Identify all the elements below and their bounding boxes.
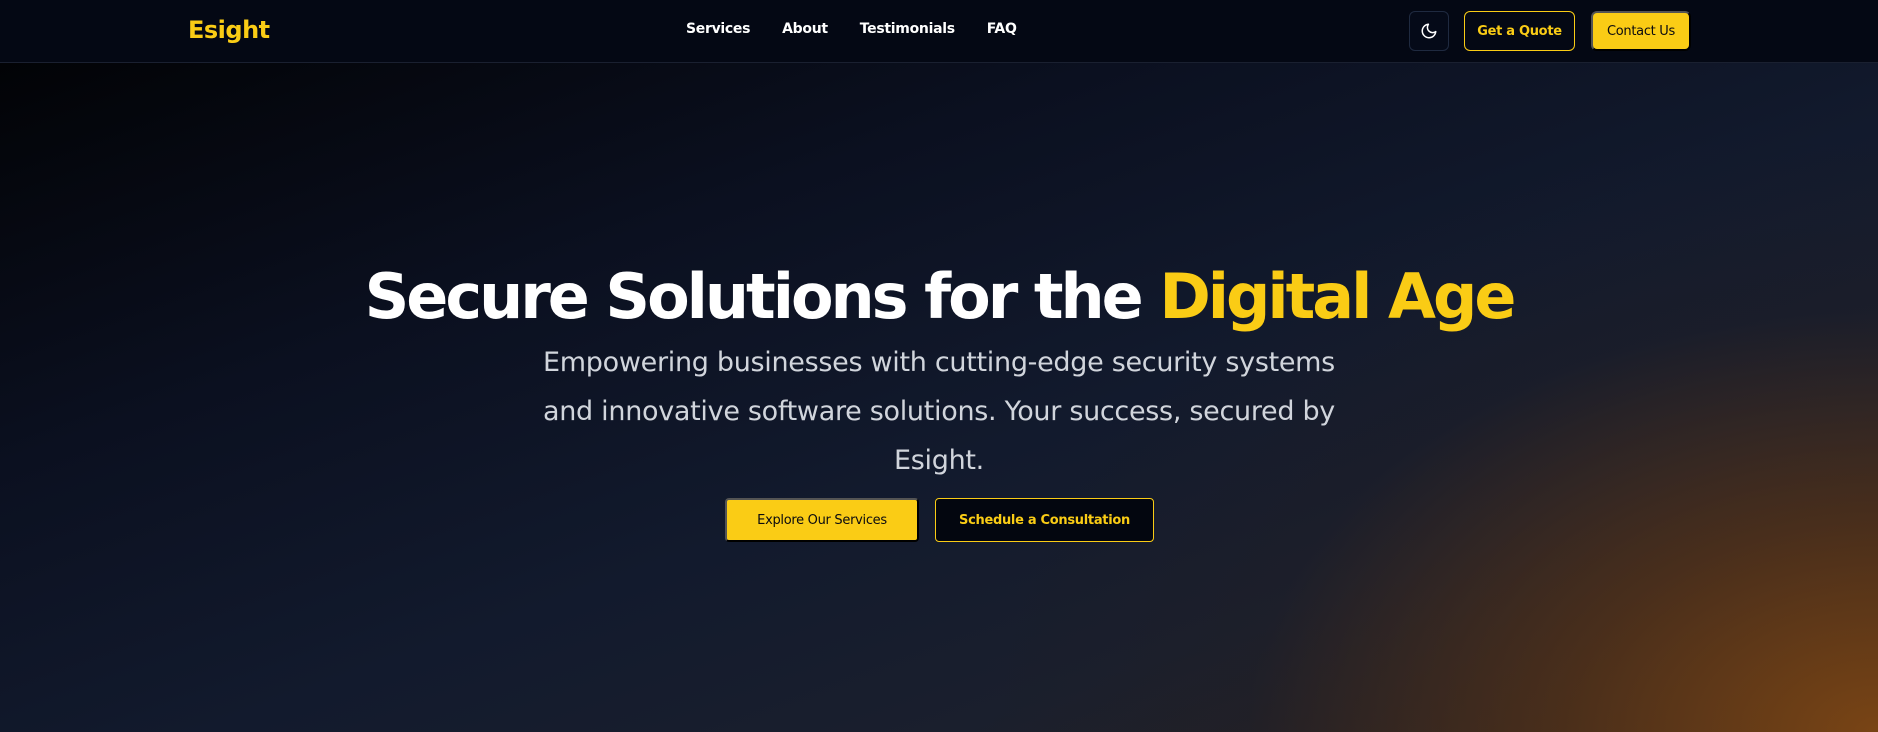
nav-links: Services About Testimonials FAQ [686, 21, 1017, 37]
theme-toggle-button[interactable] [1409, 11, 1449, 51]
hero-title: Secure Solutions for the Digital Age [0, 260, 1878, 333]
contact-us-button[interactable]: Contact Us [1591, 11, 1691, 51]
hero-section: Secure Solutions for the Digital Age Emp… [0, 63, 1878, 732]
navbar: Esight Services About Testimonials FAQ G… [0, 0, 1878, 63]
hero-title-main: Secure Solutions for the [364, 260, 1160, 333]
nav-link-faq[interactable]: FAQ [987, 21, 1017, 37]
hero-subtitle: Empowering businesses with cutting-edge … [543, 347, 1335, 476]
hero-title-accent: Digital Age [1159, 260, 1516, 333]
nav-link-about[interactable]: About [782, 21, 828, 37]
get-quote-button[interactable]: Get a Quote [1464, 11, 1575, 51]
schedule-consultation-button[interactable]: Schedule a Consultation [935, 498, 1154, 542]
page: Esight Services About Testimonials FAQ G… [0, 0, 1878, 732]
logo[interactable]: Esight [188, 16, 270, 44]
nav-link-testimonials[interactable]: Testimonials [860, 21, 955, 37]
moon-icon [1420, 22, 1438, 40]
nav-link-services[interactable]: Services [686, 21, 750, 37]
explore-services-button[interactable]: Explore Our Services [725, 498, 919, 542]
